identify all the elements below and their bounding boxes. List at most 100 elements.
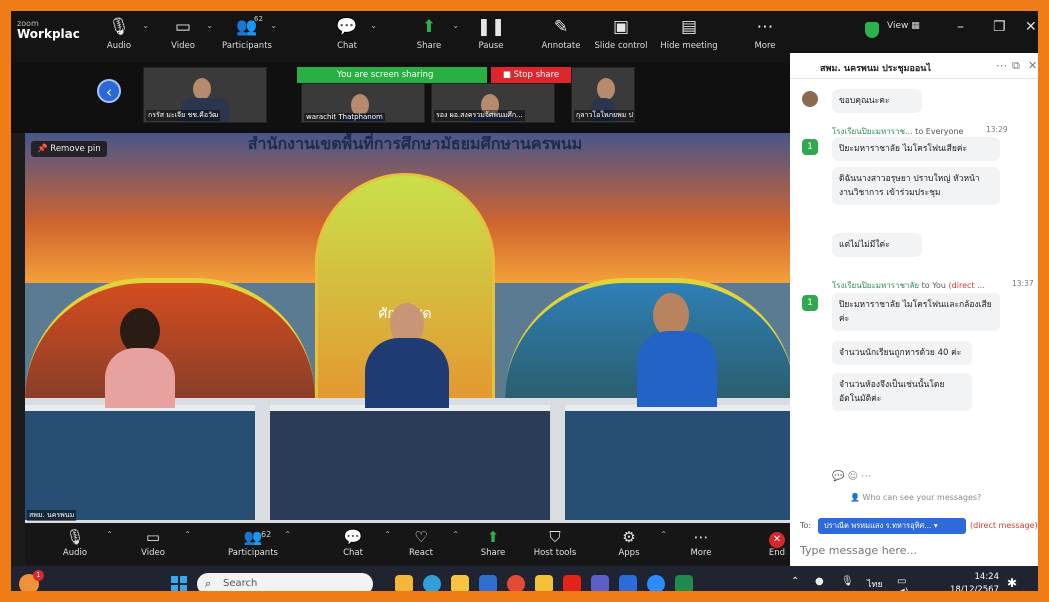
chat-time: 13:29 [986,125,1008,134]
recipient-select[interactable]: ปราณีต พรหมแสง ร.ทหารอุทิศ... ▾ [818,518,966,534]
word-icon[interactable] [619,575,637,591]
popout-icon[interactable]: ⧉ [1012,59,1020,73]
toolbar-hide-button[interactable]: ▤ Hide meeting [659,15,719,59]
tray-app-icon[interactable]: ● [815,576,824,587]
more-icon: ⋯ [756,17,774,37]
chevron-down-icon[interactable]: ⌄ [206,21,213,30]
direct-message-label: (direct message) [970,521,1038,530]
message-reaction-icons[interactable]: 💬 ☺ ⋯ [832,471,871,482]
chevron-up-icon[interactable]: ⌃ [660,530,667,539]
control-chat-button[interactable]: 💬 Chat ⌃ [325,527,391,559]
chat-message-input[interactable] [800,541,1020,559]
participants-icon: 👥 [243,528,263,546]
chat-message: ขอบคุณนะคะ [832,89,922,113]
share-screen-icon: ⬆ [421,17,437,37]
toolbar-pause-button[interactable]: ❚❚ Pause [461,15,521,59]
file-explorer-icon[interactable] [535,575,553,591]
minimize-icon[interactable]: – [957,19,964,35]
control-label: Host tools [533,548,577,558]
stop-share-button[interactable]: ■ Stop share [491,67,571,83]
chevron-down-icon[interactable]: ⌄ [370,21,377,30]
remove-pin-button[interactable]: 📌 Remove pin [31,141,107,157]
excel-icon[interactable] [675,575,693,591]
chevron-up-icon[interactable]: ⌃ [791,576,799,587]
toolbar-more-button[interactable]: ⋯ More [735,15,795,59]
control-hosttools-button[interactable]: ⛉ Host tools [527,527,583,559]
toolbar-audio-button[interactable]: 🎙 Audio ⌄ [89,15,149,59]
chevron-up-icon[interactable]: ⌃ [384,530,391,539]
send-icon[interactable]: ➤ [1020,591,1030,602]
participant-thumbnail[interactable]: รอง ผอ.สงครวมจ้ศพนมศึก... [431,83,555,123]
control-label: React [409,548,433,558]
toolbar-slide-button[interactable]: ▣ Slide control [591,15,651,59]
apps-icon: ⚙ [622,528,636,546]
toolbar-share-button[interactable]: ⬆ Share ⌄ [399,15,459,59]
toolbar-annotate-button[interactable]: ✎ Annotate [531,15,591,59]
control-label: Chat [343,548,363,558]
control-video-button[interactable]: ▭ Video ⌃ [125,527,191,559]
chat-message: ปิยะมหาราชาลัย ไมโครโฟนและกล้องเสียค่ะ [832,293,1000,331]
chevron-up-icon[interactable]: ⌃ [284,530,291,539]
toolbar-label: More [754,41,776,51]
chrome-icon[interactable] [507,575,525,591]
screen-sharing-banner: You are screen sharing [297,67,487,83]
participant-count: 62 [261,530,272,539]
toolbar-participants-button[interactable]: 👥 62 Participants ⌄ [217,15,277,59]
restore-icon[interactable]: ❐ [993,19,1006,35]
heart-react-icon: ♡ [414,528,428,546]
control-apps-button[interactable]: ⚙ Apps ⌃ [601,527,667,559]
chevron-down-icon[interactable]: ⌄ [452,21,459,30]
zoom-icon[interactable] [647,575,665,591]
microphone-icon: 🎙 [65,528,85,546]
participant-name: กรรัส มะเจีย ชช.คือวัฒ [146,110,221,121]
who-can-see-link[interactable]: 👤 Who can see your messages? [850,493,981,502]
participant-name: รอง ผอ.สงครวมจ้ศพนมศึก... [434,110,525,121]
windows-start-icon[interactable] [171,576,187,591]
store-icon[interactable] [451,575,469,591]
participant-right-body [637,331,717,407]
participant-thumbnail[interactable]: กรรัส มะเจีย ชช.คือวัฒ [143,67,267,123]
chevron-up-icon[interactable]: ⌃ [452,530,459,539]
chevron-down-icon[interactable]: ⌄ [142,21,149,30]
participant-thumbnail[interactable]: warachit Thatphanom [301,83,425,123]
toolbar-label: Annotate [541,41,581,51]
mail-icon[interactable] [479,575,497,591]
more-options-icon[interactable]: ⋯ [996,59,1007,72]
desk-center [270,405,550,520]
taskbar-clock[interactable]: 14:24 18/12/2567 [949,571,999,591]
share-screen-icon: ⬆ [486,528,500,546]
slide-control-icon: ▣ [612,17,630,37]
control-participants-button[interactable]: 👥 Participants 62 ⌃ [225,527,291,559]
participant-thumbnail[interactable]: กุลาวโอใหภยพม ปาวิยะศ ศ... [571,67,635,123]
screenshot-frame: zoom Workplac 🎙 Audio ⌄ ▭ Video ⌄ 👥 62 Participa… [0,0,1049,602]
network-volume-icons[interactable]: ▭ ◀) ▬ [897,576,909,591]
taskbar-search[interactable]: ⌕ Search [197,573,373,591]
youtube-icon[interactable] [563,575,581,591]
notification-icon[interactable]: ✱ [1007,576,1017,590]
participant-count: 62 [254,15,263,23]
chat-format-icons[interactable]: ⌫ ☺ [800,593,834,602]
chevron-down-icon[interactable]: ⌄ [270,21,277,30]
toolbar-chat-button[interactable]: 💬 Chat ⌄ [317,15,377,59]
chevron-up-icon[interactable]: ⌃ [106,530,113,539]
toolbar-label: Audio [106,41,132,51]
copilot-icon[interactable] [395,575,413,591]
view-button[interactable]: View ▦ [887,21,920,31]
back-arrow-icon[interactable]: ‹ [97,79,121,103]
teams-icon[interactable] [591,575,609,591]
close-icon[interactable]: ✕ [1025,19,1037,35]
language-indicator[interactable]: ไทย [867,577,883,591]
control-more-button[interactable]: ⋯ More [673,527,729,559]
participant-name: กุลาวโอใหภยพม ปาวิยะศ ศ... [574,110,634,121]
control-audio-button[interactable]: 🎙 Audio ⌃ [47,527,113,559]
participant-face [596,78,615,100]
control-label: Apps [618,548,640,558]
edge-icon[interactable] [423,575,441,591]
close-chat-icon[interactable]: ✕ [1028,59,1037,72]
toolbar-video-button[interactable]: ▭ Video ⌄ [153,15,213,59]
microphone-icon[interactable]: 🎙 [841,576,854,587]
control-share-button[interactable]: ⬆ Share [465,527,521,559]
control-react-button[interactable]: ♡ React ⌃ [393,527,459,559]
chevron-up-icon[interactable]: ⌃ [184,530,191,539]
toolbar-label: Slide control [594,41,648,51]
